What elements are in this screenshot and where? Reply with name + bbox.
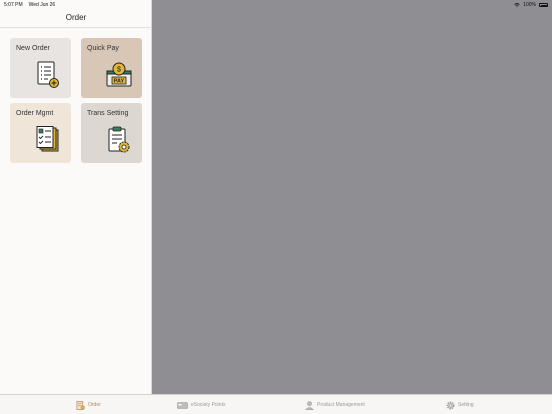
status-time: 5:07 PM <box>4 2 23 8</box>
trans-setting-tile[interactable]: Trans Setting <box>81 103 142 163</box>
tile-label: Trans Setting <box>87 110 129 117</box>
tab-bar: Order eSociety Points Product Management… <box>0 394 552 414</box>
esociety-points-icon <box>177 401 188 409</box>
svg-text:$: $ <box>117 67 121 74</box>
quick-pay-icon: $ PAY <box>106 62 132 87</box>
nav-title: Order <box>65 13 87 22</box>
order-mgmt-tile[interactable]: Order Mgmt <box>10 103 71 163</box>
tab-setting[interactable]: Setting <box>446 395 474 414</box>
gear-icon <box>446 401 455 409</box>
trans-setting-icon <box>108 126 130 153</box>
new-order-icon <box>37 61 59 88</box>
order-tab-icon <box>76 400 85 410</box>
nav-divider <box>0 27 152 28</box>
svg-text:PAY: PAY <box>114 79 125 85</box>
master-panel: Order New Order Quick Pay $ PAY Order Mg… <box>0 0 152 394</box>
wifi-icon <box>514 3 520 7</box>
tab-label: Setting <box>458 402 474 408</box>
tab-label: Order <box>88 402 101 408</box>
order-mgmt-icon <box>36 126 59 152</box>
tile-label: New Order <box>16 45 50 52</box>
status-bar: 5:07 PM Wed Jun 26 100% <box>0 0 552 9</box>
product-management-icon <box>305 400 314 410</box>
detail-panel <box>152 0 552 394</box>
tile-label: Quick Pay <box>87 45 119 52</box>
tab-esociety-points[interactable]: eSociety Points <box>177 395 225 414</box>
tab-label: eSociety Points <box>191 402 226 408</box>
battery-percent: 100% <box>523 2 536 8</box>
tab-label: Product Management <box>317 402 365 408</box>
tile-label: Order Mgmt <box>16 110 54 117</box>
tab-order[interactable]: Order <box>76 395 101 414</box>
quick-pay-tile[interactable]: Quick Pay $ PAY <box>81 38 142 98</box>
tab-product-management[interactable]: Product Management <box>305 395 365 414</box>
new-order-tile[interactable]: New Order <box>10 38 71 98</box>
status-date: Wed Jun 26 <box>28 2 56 8</box>
battery-icon <box>539 3 548 7</box>
